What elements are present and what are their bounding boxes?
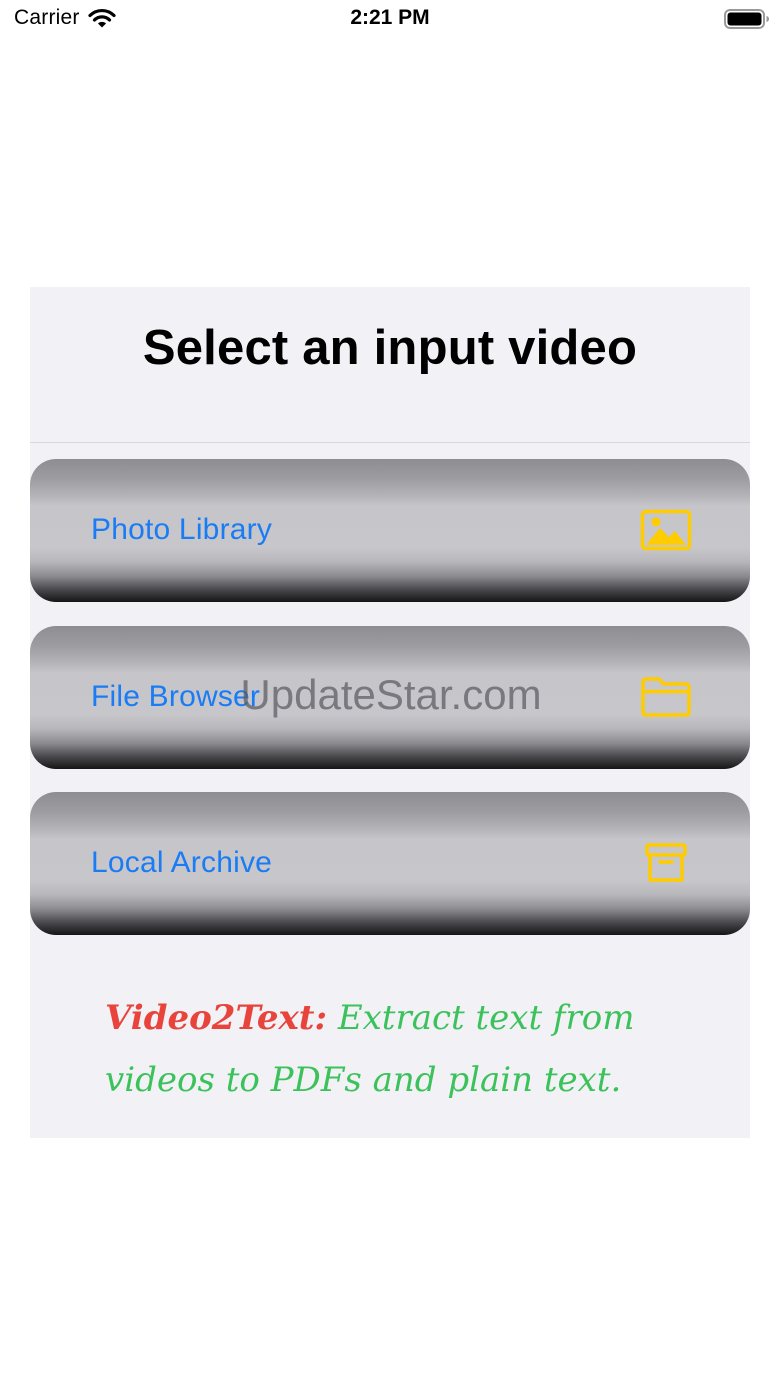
- app-tagline: Video2Text: Extract text from videos to …: [105, 987, 705, 1111]
- file-browser-button[interactable]: File Browser: [30, 626, 750, 769]
- photo-library-button[interactable]: Photo Library: [30, 459, 750, 602]
- local-archive-button[interactable]: Local Archive: [30, 792, 750, 935]
- input-selection-card: Select an input video Photo Library File…: [30, 287, 750, 1138]
- card-title: Select an input video: [142, 321, 638, 375]
- status-time: 2:21 PM: [350, 6, 430, 29]
- tagline-brand: Video2Text:: [105, 998, 327, 1038]
- local-archive-label: Local Archive: [91, 846, 273, 879]
- screen: Carrier 2:21 PM Select an input video Ph…: [0, 0, 780, 1387]
- archive-box-icon: [645, 843, 687, 882]
- folder-icon: [641, 677, 691, 717]
- file-browser-label: File Browser: [91, 680, 261, 713]
- battery-icon: [724, 9, 769, 29]
- status-bar: Carrier 2:21 PM: [0, 0, 780, 40]
- photo-library-label: Photo Library: [91, 513, 273, 546]
- card-header: Select an input video: [30, 287, 750, 443]
- photo-icon: [640, 509, 692, 551]
